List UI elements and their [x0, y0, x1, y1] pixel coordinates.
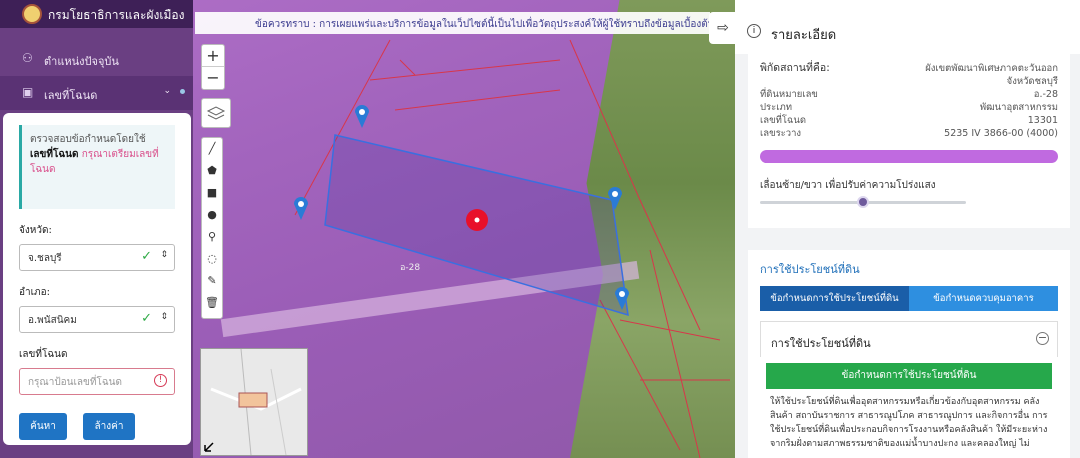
- draw-marker-icon[interactable]: ⚲: [202, 226, 222, 248]
- detail-row: เลขที่โฉนด 13301: [760, 115, 1058, 126]
- draw-polygon-icon[interactable]: ⬟: [202, 160, 222, 182]
- draw-line-icon[interactable]: ╱: [202, 138, 222, 160]
- draw-rectangle-icon[interactable]: ■: [202, 182, 222, 204]
- zoom-out-button[interactable]: −: [202, 67, 224, 89]
- marker-icon: [294, 197, 308, 220]
- tab-landuse-rules[interactable]: ข้อกำหนดการใช้ประโยชน์ที่ดิน: [760, 286, 909, 311]
- detail-row: ที่ดินหมายเลข อ.-28: [760, 89, 1058, 100]
- landuse-description: ให้ใช้ประโยชน์ที่ดินเพื่ออุตสาหกรรมหรือเ…: [770, 397, 1048, 449]
- clear-button[interactable]: ล้างค่า: [83, 413, 135, 440]
- district-select[interactable]: อ.พนัสนิคม ✓ ⇕: [19, 306, 175, 333]
- accordion-title: การใช้ประโยชน์ที่ดิน: [771, 337, 871, 350]
- draw-toolbar: ╱ ⬟ ■ ● ⚲ ◌ ✎ 🗑: [201, 137, 223, 319]
- province-label: จังหวัด:: [19, 225, 52, 236]
- sidebar-item-label: ตำแหน่งปัจจุบัน: [44, 55, 119, 68]
- opacity-slider-label: เลื่อนซ้าย/ขวา เพื่อปรับค่าความโปร่งแสง: [760, 180, 936, 191]
- sidebar: กรมโยธาธิการและผังเมือง ⚇ ตำแหน่งปัจจุบั…: [0, 0, 193, 458]
- brand-header: กรมโยธาธิการและผังเมือง: [0, 0, 193, 28]
- search-button[interactable]: ค้นหา: [19, 413, 67, 440]
- collapse-panel-button[interactable]: ⇨: [709, 12, 737, 44]
- minimap[interactable]: [200, 348, 308, 456]
- parcel-label: อ-28: [400, 263, 420, 273]
- details-header: i รายละเอียด: [735, 0, 1080, 54]
- marker-icon: [355, 104, 369, 128]
- delete-icon[interactable]: 🗑: [202, 292, 222, 314]
- landuse-card: การใช้ประโยชน์ที่ดิน ข้อกำหนดการใช้ประโย…: [748, 250, 1070, 458]
- details-title: รายละเอียด: [771, 28, 837, 43]
- chevron-down-icon: ⌄: [163, 86, 171, 96]
- minimap-drawing: [204, 348, 302, 456]
- district-value: อ.พนัสนิคม: [28, 315, 77, 326]
- landuse-section-title: การใช้ประโยชน์ที่ดิน: [760, 263, 860, 276]
- zoom-in-button[interactable]: +: [202, 45, 224, 67]
- zone-color-legend: [760, 150, 1058, 163]
- hint-bold: เลขที่โฉนด: [30, 149, 79, 160]
- landuse-accordion-header[interactable]: การใช้ประโยชน์ที่ดิน −: [760, 321, 1058, 357]
- detail-row: เลขระวาง 5235 IV 3866-00 (4000): [760, 128, 1058, 139]
- draw-circle-icon[interactable]: ●: [202, 204, 222, 226]
- deed-number-input[interactable]: กรุณาป้อนเลขที่โฉนด !: [19, 368, 175, 395]
- status-dot: [180, 89, 185, 94]
- location-value: ผังเขตพัฒนาพิเศษภาคตะวันออก จังหวัดชลบุรี: [925, 63, 1058, 87]
- hint-pink: กรุณาเตรียมเลขที่: [81, 149, 159, 160]
- opacity-slider[interactable]: [760, 196, 966, 208]
- zoom-control: + −: [201, 44, 225, 90]
- location-row: พิกัดสถานที่คือ: ผังเขตพัฒนาพิเศษภาคตะวั…: [760, 62, 1058, 88]
- search-hint: ตรวจสอบข้อกำหนดโดยใช้ เลขที่โฉนด กรุณาเต…: [19, 125, 175, 209]
- hint-suffix: โฉนด: [30, 164, 56, 175]
- details-panel: i รายละเอียด พิกัดสถานที่คือ: ผังเขตพัฒน…: [735, 0, 1080, 458]
- province-select[interactable]: จ.ชลบุรี ✓ ⇕: [19, 244, 175, 271]
- layers-icon: [206, 106, 226, 120]
- deed-search-panel: ตรวจสอบข้อกำหนดโดยใช้ เลขที่โฉนด กรุณาเต…: [3, 113, 191, 445]
- deed-label: เลขที่โฉนด: [19, 349, 68, 360]
- location-person-icon: ⚇: [22, 51, 33, 65]
- deed-icon: ▣: [22, 85, 34, 99]
- tab-building-control[interactable]: ข้อกำหนดควบคุมอาคาร: [909, 286, 1058, 311]
- landuse-rules-bar: ข้อกำหนดการใช้ประโยชน์ที่ดิน: [766, 363, 1052, 389]
- province-value: จ.ชลบุรี: [28, 253, 62, 264]
- check-icon: ✓: [141, 249, 152, 264]
- disclaimer-banner: ข้อควรทราบ : การเผยแพร่และบริการข้อมูลใน…: [195, 12, 710, 34]
- detail-row: ประเภท พัฒนาอุตสาหกรรม: [760, 102, 1058, 113]
- sidebar-item-deed-number[interactable]: ▣ เลขที่โฉนด ⌄: [0, 76, 193, 110]
- layers-button[interactable]: [201, 98, 231, 128]
- sidebar-item-label: เลขที่โฉนด: [44, 89, 98, 102]
- sidebar-item-current-location[interactable]: ⚇ ตำแหน่งปัจจุบัน: [0, 42, 193, 76]
- collapse-minus-icon[interactable]: −: [1036, 332, 1049, 345]
- location-label: พิกัดสถานที่คือ:: [760, 62, 830, 74]
- district-label: อำเภอ:: [19, 287, 51, 298]
- check-icon: ✓: [141, 311, 152, 326]
- draw-circlemarker-icon[interactable]: ◌: [202, 248, 222, 270]
- landuse-tabs: ข้อกำหนดการใช้ประโยชน์ที่ดิน ข้อกำหนดควบ…: [760, 286, 1058, 311]
- arrow-right-icon: ⇨: [717, 20, 729, 36]
- department-logo-icon: [22, 4, 42, 24]
- parcel-details-card: พิกัดสถานที่คือ: ผังเขตพัฒนาพิเศษภาคตะวั…: [748, 54, 1070, 228]
- app-title: กรมโยธาธิการและผังเมือง: [48, 8, 185, 22]
- select-arrows-icon: ⇕: [160, 250, 168, 260]
- deed-placeholder: กรุณาป้อนเลขที่โฉนด: [28, 377, 122, 388]
- hint-text: ตรวจสอบข้อกำหนดโดยใช้: [30, 134, 146, 145]
- edit-icon[interactable]: ✎: [202, 270, 222, 292]
- slider-handle[interactable]: [857, 196, 869, 208]
- select-arrows-icon: ⇕: [160, 312, 168, 322]
- info-icon: i: [747, 24, 761, 38]
- error-icon: !: [154, 374, 167, 387]
